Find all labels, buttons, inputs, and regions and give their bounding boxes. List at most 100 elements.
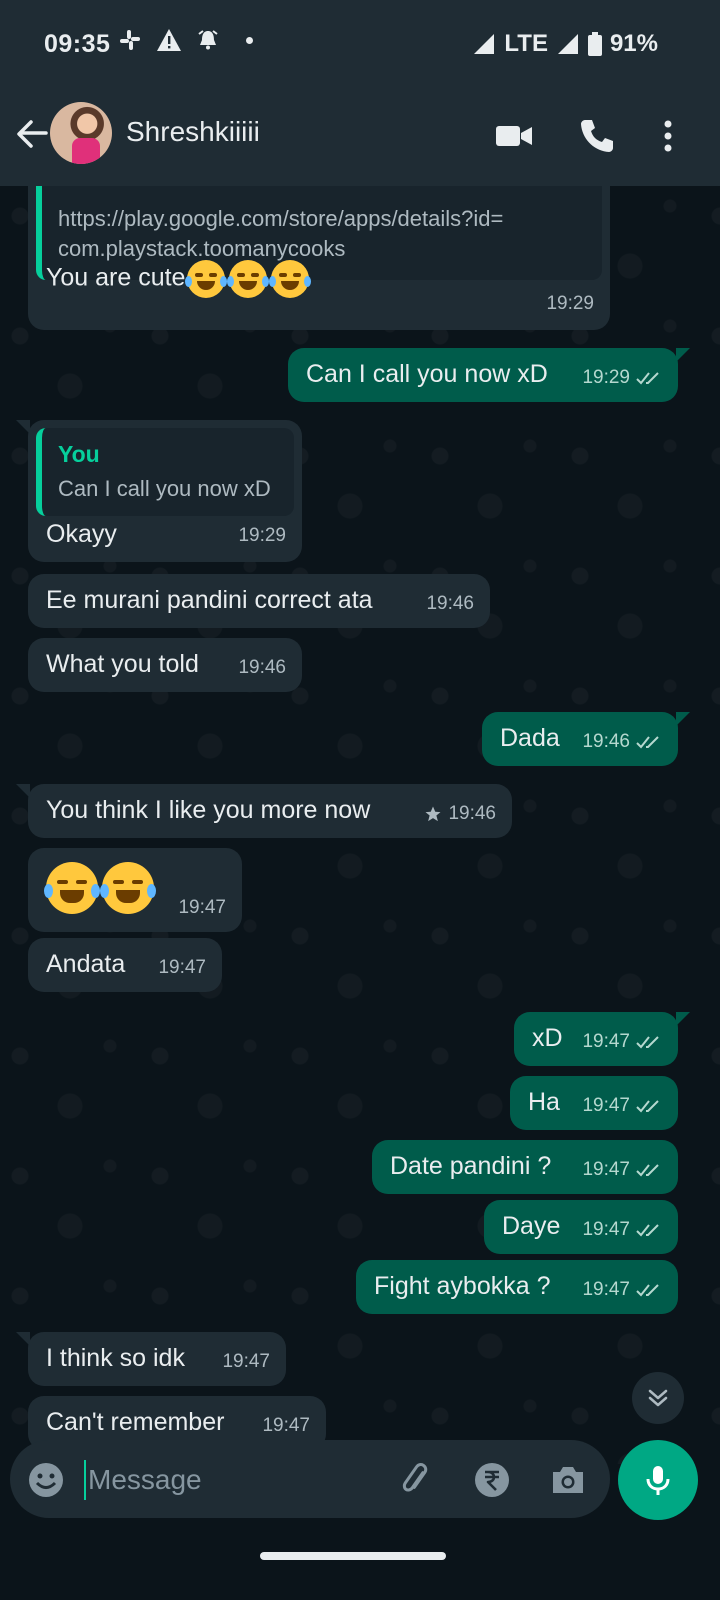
message-incoming[interactable]: You Can I call you now xD Okayy 19:29 (16, 420, 302, 562)
message-meta: 19:47 (582, 1154, 662, 1186)
message-time: 19:47 (582, 1279, 630, 1300)
message-time: 19:29 (238, 525, 286, 546)
joy-emoji (44, 862, 100, 914)
message-time: 19:47 (178, 897, 226, 918)
alarm-icon (198, 30, 218, 50)
quoted-text: Can I call you now xD (58, 476, 271, 501)
star-icon (425, 806, 441, 822)
message-time: 19:47 (222, 1351, 270, 1372)
message-text: Dada (500, 724, 560, 752)
message-incoming[interactable]: What you told 19:46 (28, 638, 302, 692)
status-bar: 09:35 LTE 91% (0, 0, 720, 88)
joy-emoji (227, 260, 270, 298)
message-text: Can I call you now xD (306, 360, 548, 388)
quoted-link-text: https://play.google.com/store/apps/detai… (58, 206, 504, 231)
attach-icon[interactable] (396, 1460, 436, 1500)
chevron-double-down-icon (648, 1389, 668, 1407)
message-time: 19:47 (582, 1219, 630, 1240)
message-meta: 19:47 (582, 1274, 662, 1306)
warning-icon (157, 29, 181, 51)
joy-emoji (100, 862, 156, 914)
network-type: LTE (504, 30, 548, 57)
status-right: LTE 91% (472, 30, 658, 58)
composer (10, 1440, 610, 1518)
camera-icon[interactable] (548, 1460, 588, 1500)
double-check-icon (636, 736, 659, 749)
message-outgoing[interactable]: Ha 19:47 (510, 1076, 678, 1130)
rupee-payment-icon[interactable] (472, 1460, 512, 1500)
back-arrow-icon[interactable] (12, 114, 52, 154)
message-text: I think so idk (46, 1344, 185, 1372)
message-outgoing[interactable]: Can I call you now xD 19:29 (288, 348, 690, 402)
message-time: 19:47 (262, 1415, 310, 1436)
double-check-icon (636, 1100, 659, 1113)
emoji-icon[interactable] (26, 1460, 66, 1500)
mic-icon (646, 1466, 670, 1495)
signal-icon-2 (557, 34, 578, 54)
home-gesture-pill[interactable] (260, 1552, 446, 1560)
status-notification-icons (118, 28, 253, 52)
message-outgoing[interactable]: Dada 19:46 (482, 712, 690, 766)
message-text: Andata (46, 950, 126, 978)
message-text: Ee murani pandini correct ata (46, 586, 373, 614)
message-incoming[interactable]: https://play.google.com/store/apps/detai… (28, 186, 610, 330)
message-text: Ha (528, 1088, 560, 1116)
message-emojis (44, 862, 156, 914)
message-meta: 19:29 (582, 362, 662, 394)
battery-percent: 91% (609, 30, 658, 57)
joy-emoji (185, 260, 228, 298)
double-check-icon (636, 1284, 659, 1297)
message-time: 19:46 (582, 731, 630, 752)
more-vert-icon[interactable] (648, 116, 688, 156)
message-meta: 19:47 (582, 1214, 662, 1246)
message-meta: 19:47 (582, 1026, 662, 1058)
message-input[interactable] (84, 1460, 380, 1500)
message-outgoing[interactable]: Daye 19:47 (484, 1200, 678, 1254)
message-time: 19:46 (238, 657, 286, 678)
message-time: 19:29 (582, 367, 630, 388)
message-incoming[interactable]: You think I like you more now 19:46 (16, 784, 512, 838)
signal-icon (474, 34, 495, 54)
joy-emoji (269, 260, 312, 298)
system-nav-bar (0, 1530, 720, 1600)
message-outgoing[interactable]: Fight aybokka ? 19:47 (356, 1260, 678, 1314)
double-check-icon (636, 1164, 659, 1177)
message-incoming[interactable]: 19:47 (28, 848, 242, 932)
message-incoming[interactable]: Ee murani pandini correct ata 19:46 (28, 574, 490, 628)
chat-area[interactable]: https://play.google.com/store/apps/detai… (0, 186, 720, 1464)
scroll-to-bottom-button[interactable] (632, 1372, 684, 1424)
message-time: 19:29 (546, 293, 594, 314)
message-meta: 19:46 (424, 798, 496, 830)
video-call-icon[interactable] (494, 116, 534, 156)
message-outgoing[interactable]: xD 19:47 (514, 1012, 690, 1066)
double-check-icon (636, 1224, 659, 1237)
quoted-message[interactable]: You Can I call you now xD (36, 428, 294, 516)
message-text: Daye (502, 1212, 561, 1240)
status-time: 09:35 (44, 30, 111, 58)
message-incoming[interactable]: Andata 19:47 (28, 938, 222, 992)
message-time: 19:46 (448, 803, 496, 824)
message-meta: 19:47 (582, 1090, 662, 1122)
dot-icon (246, 36, 253, 44)
double-check-icon (636, 372, 659, 385)
message-text: You think I like you more now (46, 796, 371, 824)
message-time: 19:47 (582, 1095, 630, 1116)
voice-message-button[interactable] (618, 1440, 698, 1520)
message-text: What you told (46, 650, 199, 678)
message-time: 19:47 (158, 957, 206, 978)
message-time: 19:47 (582, 1159, 630, 1180)
phone-icon[interactable] (577, 116, 617, 156)
message-time: 19:47 (582, 1031, 630, 1052)
message-text: You are cute (46, 260, 312, 298)
chat-header: Shreshkiiiii (0, 88, 720, 186)
message-time: 19:46 (426, 593, 474, 614)
message-outgoing[interactable]: Date pandini ? 19:47 (372, 1140, 678, 1194)
battery-icon (587, 32, 602, 56)
message-text: xD (532, 1024, 563, 1052)
message-text: Fight aybokka ? (374, 1272, 551, 1300)
avatar[interactable] (50, 102, 112, 164)
message-text: Okayy (46, 520, 117, 548)
contact-name[interactable]: Shreshkiiiii (126, 116, 260, 148)
message-incoming[interactable]: I think so idk 19:47 (16, 1332, 286, 1386)
message-text: Can't remember (46, 1408, 225, 1436)
